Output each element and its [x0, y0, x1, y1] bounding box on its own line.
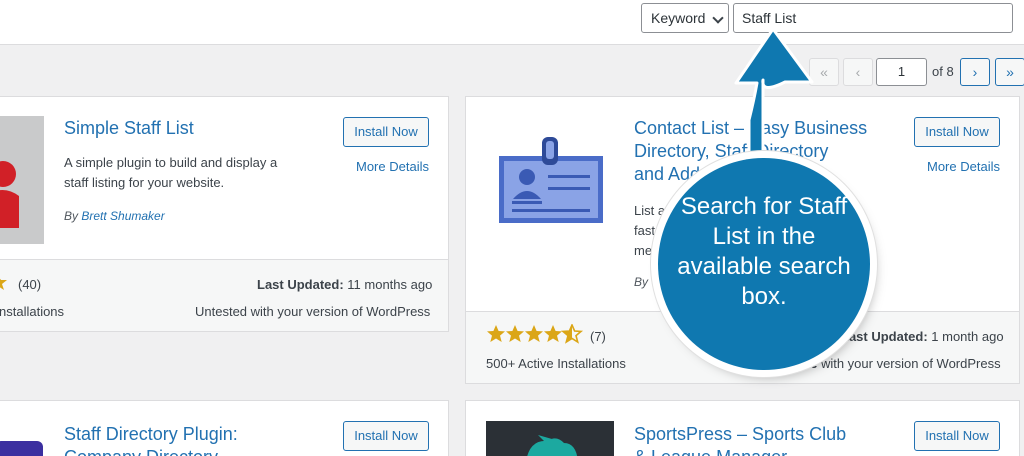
plugin-card-simple-staff-list: Simple Staff List Install Now More Detai… — [0, 96, 449, 332]
plugin-title[interactable]: SportsPress – Sports Club & League Manag… — [634, 423, 846, 456]
callout-line: available search — [677, 253, 851, 280]
author-prefix: By — [634, 275, 652, 289]
compat-text: with your version of WordPress — [817, 356, 1001, 371]
desc-line: A simple plugin to build and display a — [64, 155, 278, 170]
install-now-button[interactable]: Install Now — [914, 117, 1000, 147]
title-line: & League Manager — [634, 446, 846, 456]
author-link[interactable]: Brett Shumaker — [81, 209, 164, 223]
star-icon — [0, 278, 7, 290]
title-line: SportsPress – Sports Club — [634, 424, 847, 444]
star-rating — [486, 324, 586, 347]
more-details-link[interactable]: More Details — [927, 159, 1000, 174]
person-icon — [0, 161, 19, 228]
callout-bubble: Search for Staff List in the available s… — [658, 158, 870, 370]
title-line: Company Directory — [64, 446, 238, 456]
id-card-icon[interactable] — [498, 135, 604, 225]
desc-line: staff listing for your website. — [64, 175, 225, 190]
prev-page-button[interactable]: ‹ — [843, 58, 873, 86]
active-installs: nstallations — [0, 304, 65, 319]
last-page-button[interactable]: » — [995, 58, 1024, 86]
last-updated-label: Last Updated: — [257, 277, 344, 292]
compatibility-status: Untested with your version of WordPress — [195, 304, 431, 319]
plugin-author: By Brett Shumaker — [64, 209, 165, 223]
install-now-button[interactable]: Install Now — [914, 421, 1000, 451]
plugin-icon[interactable] — [0, 441, 43, 456]
last-updated: Last Updated: 1 month ago — [841, 329, 1004, 344]
rating-count: (7) — [590, 329, 606, 344]
plugin-title[interactable]: Simple Staff List — [64, 117, 194, 140]
next-page-button[interactable]: › — [960, 58, 990, 86]
callout-line: Search for Staff — [680, 193, 848, 220]
author-prefix: By — [64, 209, 82, 223]
plugin-description: A simple plugin to build and display a s… — [64, 153, 277, 193]
total-pages-label: of 8 — [932, 64, 954, 79]
last-updated-value: 1 month ago — [927, 329, 1004, 344]
title-line: Staff Directory Plugin: — [64, 424, 238, 444]
current-page-input[interactable]: 1 — [876, 58, 927, 86]
last-updated: Last Updated: 11 months ago — [257, 277, 432, 292]
rating-count: (40) — [18, 277, 42, 292]
plugin-card-staff-directory: Staff Directory Plugin: Company Director… — [0, 400, 449, 456]
last-updated-value: 11 months ago — [343, 277, 433, 292]
install-now-button[interactable]: Install Now — [343, 117, 429, 147]
more-details-link[interactable]: More Details — [356, 159, 429, 174]
plugin-card-sportspress: SportsPress – Sports Club & League Manag… — [465, 400, 1020, 456]
plugin-icon[interactable] — [486, 421, 614, 456]
last-updated-label: Last Updated: — [841, 329, 928, 344]
star-rating-icon — [487, 324, 582, 343]
callout-line: box. — [741, 283, 787, 310]
active-installs: 500+ Active Installations — [486, 356, 626, 371]
filter-bar: Keyword — [0, 0, 1024, 45]
install-now-button[interactable]: Install Now — [343, 421, 429, 451]
plugin-title[interactable]: Staff Directory Plugin: Company Director… — [64, 423, 238, 456]
callout-line: List in the — [712, 223, 816, 250]
plugin-icon[interactable] — [0, 116, 44, 244]
plugin-card-footer: (40) nstallations Last Updated: 11 month… — [0, 259, 448, 331]
